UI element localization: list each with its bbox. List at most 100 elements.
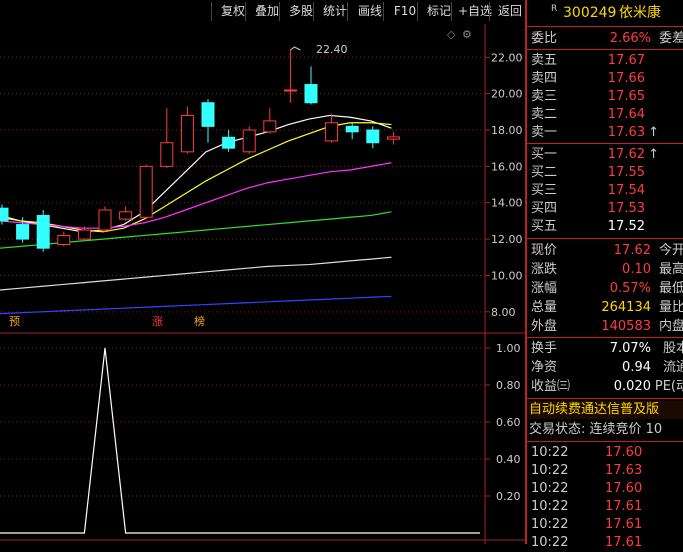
stat-row: 换手 7.07% 股本	[529, 340, 683, 358]
bid-price: 17.54	[607, 183, 645, 198]
indicator-tick-label: 0.60	[496, 416, 521, 429]
ask-label: 卖三	[531, 89, 558, 104]
marker-pre: 预	[9, 315, 20, 328]
kline-chart-area[interactable]: 22.0020.0018.0016.0014.0012.0010.008.00 …	[0, 24, 525, 544]
price-tick-label: 22.00	[491, 51, 523, 64]
stat-value: 0.10	[622, 262, 651, 277]
candle	[366, 126, 380, 149]
price-tick-label: 12.00	[491, 233, 523, 246]
candle	[57, 231, 71, 247]
stat-label: 换手	[531, 341, 558, 356]
price-tick-label: 10.00	[491, 269, 523, 282]
bid-label: 买三	[531, 183, 558, 198]
tick-time: 10:22	[531, 481, 569, 496]
diamond-icon[interactable]: ◇	[447, 28, 456, 41]
stat-label-right: 流通	[662, 360, 683, 375]
candle	[36, 210, 50, 252]
ask-row: 卖四 17.66	[529, 70, 683, 88]
ask-price: 17.66	[607, 71, 645, 86]
stat-label: 外盘	[531, 319, 558, 334]
candle	[160, 108, 174, 169]
price-tick-label: 20.00	[491, 88, 523, 101]
stat-label-right: 内盘	[658, 319, 683, 334]
indicator-tick-label: 1.00	[496, 342, 521, 355]
moving-average-lines	[0, 114, 392, 315]
stat-label: 净资	[531, 360, 558, 375]
candle	[304, 66, 318, 105]
stat-label: 现价	[531, 243, 558, 258]
candle	[98, 206, 112, 232]
tick-row: 10:22 17.61	[529, 534, 683, 552]
stat-row: 收益㈢ 0.020 PE(动	[529, 378, 683, 396]
price-grid	[0, 24, 525, 544]
stat-label-right: 今开	[658, 243, 683, 258]
tick-row: 10:22 17.61	[529, 498, 683, 516]
ask-price: 17.63	[607, 125, 645, 140]
tick-time: 10:22	[531, 517, 569, 532]
tick-price: 17.60	[605, 445, 643, 460]
bid-price: 17.53	[607, 201, 645, 216]
bid-label: 买五	[531, 219, 558, 234]
up-arrow-icon: ↑	[648, 147, 659, 162]
candle	[325, 113, 339, 143]
tick-time: 10:22	[531, 445, 569, 460]
ask-row: 卖二 17.64	[529, 106, 683, 124]
stat-value: 0.57%	[609, 281, 651, 296]
candle	[180, 106, 194, 154]
back-button[interactable]: 返回	[489, 2, 530, 21]
ask-price: 17.67	[607, 53, 645, 68]
gear-icon[interactable]: ⚙	[462, 28, 472, 41]
candle	[263, 108, 277, 134]
stat-value: 7.07%	[609, 341, 651, 356]
stat-label: 总量	[531, 300, 558, 315]
marker-limit-up: 涨	[152, 315, 163, 328]
bid-row: 买四 17.53	[529, 200, 683, 218]
stock-code: 300249	[563, 5, 617, 21]
stock-name: 依米康	[619, 5, 661, 21]
ad-link[interactable]: 自动续费通达信普及版	[529, 401, 683, 419]
bid-price: 17.52	[607, 219, 645, 234]
up-arrow-icon: ↑	[648, 125, 659, 140]
rong-badge: R	[551, 4, 558, 14]
stat-label-right: 股本	[662, 341, 683, 356]
indicator-panel: 1.00 0.80 0.60 0.40 0.20	[0, 342, 521, 534]
stat-label-right: 最高	[658, 262, 683, 277]
candle	[139, 164, 153, 220]
ask-price: 17.65	[607, 89, 645, 104]
candle	[242, 126, 256, 154]
peak-price-label: 22.40	[316, 43, 348, 56]
ask-label: 卖四	[531, 71, 558, 86]
marker-rank: 榜	[194, 314, 205, 328]
tick-price: 17.60	[605, 481, 643, 496]
candle	[386, 131, 400, 145]
price-tick-label: 14.00	[491, 197, 523, 210]
stat-label-right: 量比	[658, 300, 683, 315]
bid-price: 17.55	[607, 165, 645, 180]
ask-label: 卖一	[531, 125, 558, 140]
stat-row: 涨跌 0.10 最高	[529, 261, 683, 279]
stat-row: 外盘 140583 内盘	[529, 318, 683, 336]
tick-time: 10:22	[531, 499, 569, 514]
stat-value: 17.62	[613, 243, 651, 258]
stat-label-right: PE(动	[654, 379, 683, 394]
ask-row: 卖一 17.63 ↑	[529, 124, 683, 142]
stat-row: 总量 264134 量比	[529, 299, 683, 317]
tick-row: 10:22 17.60	[529, 444, 683, 462]
candle	[119, 206, 133, 221]
ask-row: 卖五 17.67	[529, 52, 683, 70]
bid-label: 买一	[531, 147, 558, 162]
bid-label: 买四	[531, 201, 558, 216]
bid-label: 买二	[531, 165, 558, 180]
stat-label: 收益㈢	[531, 379, 571, 394]
tick-row: 10:22 17.63	[529, 462, 683, 480]
stat-value: 0.94	[622, 360, 651, 375]
ask-label: 卖五	[531, 53, 558, 68]
candle	[201, 99, 215, 143]
price-tick-label: 18.00	[491, 124, 523, 137]
candle	[283, 50, 297, 103]
ask-price: 17.64	[607, 107, 645, 122]
tick-price: 17.61	[605, 535, 643, 550]
bid-price: 17.62	[607, 147, 645, 162]
stat-value: 140583	[601, 319, 651, 334]
indicator-tick-label: 0.80	[496, 379, 521, 392]
